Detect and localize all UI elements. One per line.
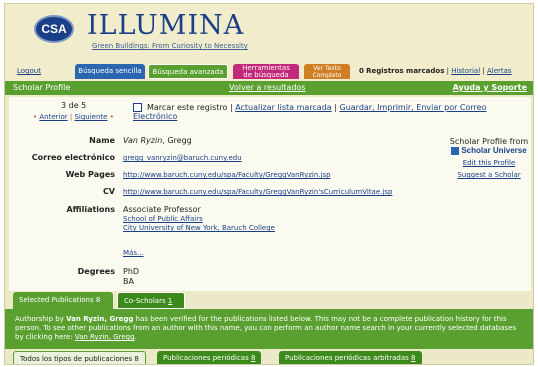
- separator: |: [69, 113, 73, 121]
- suggest-scholar-link[interactable]: Suggest a Scholar: [449, 171, 529, 179]
- record-position: 3 de 5: [61, 101, 87, 110]
- authorship-notice: Authorship by Van Ryzin, Gregg has been …: [5, 309, 533, 349]
- cv-label: CV: [102, 187, 115, 196]
- affiliation-title: Associate Professor: [123, 205, 201, 214]
- tab-search-tools-line2: de búsqueda: [243, 71, 289, 79]
- affiliations-label: Affiliations: [66, 205, 115, 214]
- scholar-universe-icon: [451, 146, 460, 155]
- update-marked-list-link[interactable]: Actualizar lista marcada: [235, 103, 332, 112]
- tab-full-text[interactable]: Ver Texto Completo: [304, 64, 350, 79]
- periodicals-label: Publicaciones periódicas: [163, 354, 249, 362]
- scholar-last-name: Van Ryzin: [123, 136, 163, 145]
- email-link[interactable]: gregg_vanryzin@baruch.cuny.edu: [123, 154, 242, 162]
- tab-advanced-search[interactable]: Búsqueda avanzada: [148, 64, 228, 79]
- tab-basic-search[interactable]: Búsqueda sencilla: [75, 64, 145, 79]
- name-label: Name: [89, 136, 115, 145]
- page-frame: CSA ILLUMINA Green Buildings: From Curio…: [4, 3, 534, 365]
- notice-author: Van Ryzin, Gregg: [66, 315, 134, 323]
- more-link[interactable]: Más...: [123, 249, 144, 257]
- scholar-name: Van Ryzin, Gregg: [123, 136, 192, 145]
- next-link[interactable]: Siguiente: [74, 113, 107, 121]
- bullet-icon: •: [109, 113, 114, 121]
- product-name: ILLUMINA: [87, 10, 245, 41]
- tab-periodicals[interactable]: Publicaciones periódicas 8: [157, 351, 262, 364]
- record-pager: 3 de 5 • Anterior | Siguiente •: [33, 101, 114, 121]
- top-navigation: Logout Búsqueda sencilla Búsqueda avanza…: [5, 61, 533, 81]
- co-scholars-count[interactable]: 1: [168, 297, 172, 305]
- notice-end: .: [134, 333, 137, 341]
- periodicals-count[interactable]: 8: [251, 354, 255, 362]
- mark-record-label[interactable]: Marcar este registro: [147, 103, 227, 112]
- logout-link[interactable]: Logout: [17, 67, 41, 75]
- separator: |: [229, 103, 233, 112]
- previous-link[interactable]: Anterior: [39, 113, 67, 121]
- edit-profile-link[interactable]: Edit this Profile: [449, 159, 529, 167]
- web-pages-label: Web Pages: [65, 170, 115, 179]
- scholar-universe-logo: Scholar Universe: [449, 146, 529, 155]
- peer-reviewed-count[interactable]: 8: [411, 354, 415, 362]
- mark-record-checkbox[interactable]: [133, 103, 142, 112]
- marked-label[interactable]: Registros marcados: [366, 67, 444, 75]
- tab-selected-publications[interactable]: Selected Publications 8: [13, 292, 113, 309]
- separator: |: [482, 67, 485, 75]
- degree-phd: PhD: [123, 267, 140, 276]
- scholar-universe-text: Scholar Universe: [461, 146, 527, 155]
- separator: |: [334, 103, 337, 112]
- tagline-link[interactable]: Green Buildings: From Curiosity to Neces…: [92, 42, 248, 50]
- tab-peer-reviewed[interactable]: Publicaciones periódicas arbitradas 8: [279, 351, 422, 364]
- degrees-label: Degrees: [77, 267, 115, 276]
- title-bar: Scholar Profile Volver a resultados Ayud…: [5, 81, 533, 95]
- author-search-link[interactable]: Van Ryzin, Gregg: [75, 333, 135, 341]
- web-page-link[interactable]: http://www.baruch.cuny.edu/spa/Faculty/G…: [123, 171, 331, 179]
- email-label: Correo electrónico: [31, 153, 115, 162]
- back-to-results-link[interactable]: Volver a resultados: [229, 83, 306, 92]
- scholar-universe-box: Scholar Profile from Scholar Universe Ed…: [449, 137, 529, 179]
- bullet-icon: •: [33, 113, 38, 121]
- csa-logo[interactable]: CSA: [34, 15, 74, 43]
- scholar-first-name: , Gregg: [162, 136, 192, 145]
- header: CSA ILLUMINA Green Buildings: From Curio…: [5, 4, 533, 95]
- tab-full-text-line1: Ver Texto: [313, 65, 341, 72]
- alerts-link[interactable]: Alertas: [487, 67, 512, 75]
- separator: |: [446, 67, 449, 75]
- profile-source-label: Scholar Profile from: [449, 137, 529, 146]
- publication-type-tabs: Todos los tipos de publicaciones 8 Publi…: [5, 349, 533, 364]
- marked-count: 0: [359, 67, 364, 75]
- tab-all-publication-types[interactable]: Todos los tipos de publicaciones 8: [13, 351, 146, 364]
- marked-records-area: 0 Registros marcados | Historial | Alert…: [359, 67, 512, 75]
- help-support-link[interactable]: Ayuda y Soporte: [453, 83, 527, 92]
- co-scholars-label: Co-Scholars: [124, 297, 166, 305]
- profile-panel: 3 de 5 • Anterior | Siguiente • Marcar e…: [9, 97, 531, 295]
- tab-full-text-line2: Completo: [312, 72, 342, 79]
- affiliation-school-link[interactable]: School of Public Affairs: [123, 215, 203, 223]
- pager-nav: • Anterior | Siguiente •: [33, 113, 114, 121]
- tab-co-scholars[interactable]: Co-Scholars 1: [117, 292, 185, 309]
- affiliation-university-link[interactable]: City University of New York, Baruch Coll…: [123, 224, 275, 232]
- publication-tabs: Selected Publications 8 Co-Scholars 1: [5, 291, 533, 309]
- cv-link[interactable]: http://www.baruch.cuny.edu/spa/Faculty/G…: [123, 188, 392, 196]
- notice-text-1: Authorship by: [15, 315, 67, 323]
- peer-reviewed-label: Publicaciones periódicas arbitradas: [285, 354, 409, 362]
- page-title: Scholar Profile: [13, 83, 71, 92]
- degree-ba: BA: [123, 277, 134, 286]
- record-actions: Marcar este registro | Actualizar lista …: [133, 103, 531, 121]
- history-link[interactable]: Historial: [451, 67, 480, 75]
- tab-search-tools[interactable]: Herramientas de búsqueda: [233, 64, 299, 79]
